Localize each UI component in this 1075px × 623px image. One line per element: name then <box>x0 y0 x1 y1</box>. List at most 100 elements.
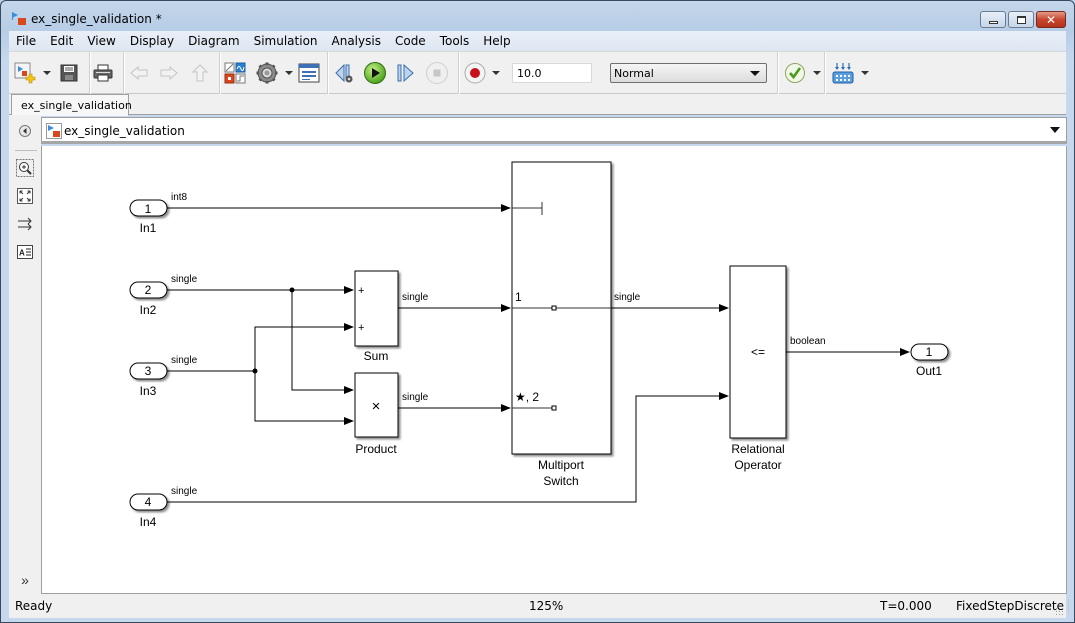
toolbar-separator <box>777 52 778 94</box>
resize-grip-icon[interactable] <box>1055 607 1063 615</box>
stop-time-input[interactable]: 10.0 <box>512 63 592 83</box>
record-dropdown[interactable] <box>492 71 500 75</box>
zoom-level: 125% <box>529 599 564 613</box>
svg-text:A: A <box>19 249 25 258</box>
relop-operator: <= <box>751 345 765 359</box>
stop-button[interactable] <box>425 61 449 85</box>
minimize-button[interactable] <box>980 11 1006 28</box>
inport-number: 1 <box>145 202 152 216</box>
annotation-button[interactable]: A <box>16 243 34 261</box>
toolbar: 10.0 Normal <box>9 51 1066 94</box>
switch-port-marker <box>551 405 557 411</box>
sum-block[interactable] <box>354 270 399 347</box>
build-button[interactable] <box>831 61 855 85</box>
simulation-mode-select[interactable]: Normal <box>610 63 767 83</box>
status-text: Ready <box>15 599 53 613</box>
print-button[interactable] <box>91 61 115 85</box>
menu-view[interactable]: View <box>80 31 122 51</box>
relop-label: Relational <box>731 442 784 456</box>
close-button[interactable]: ✕ <box>1036 11 1066 28</box>
library-browser-button[interactable] <box>223 61 247 85</box>
run-button[interactable] <box>363 61 387 85</box>
product-label: Product <box>355 442 397 456</box>
build-icon <box>832 63 854 84</box>
hide-explorer-bar-button[interactable] <box>16 122 34 140</box>
address-dropdown-icon[interactable] <box>1050 127 1060 133</box>
relop-label: Operator <box>734 458 781 472</box>
model-explorer-button[interactable] <box>297 61 321 85</box>
branch-point <box>252 368 258 374</box>
menu-code[interactable]: Code <box>388 31 433 51</box>
menu-edit[interactable]: Edit <box>43 31 80 51</box>
menu-diagram[interactable]: Diagram <box>181 31 247 51</box>
signal-type-label: boolean <box>790 336 826 347</box>
status-bar: Ready 125% T=0.000 FixedStepDiscrete <box>9 594 1069 618</box>
signal-type-label: single <box>171 486 198 497</box>
menu-analysis[interactable]: Analysis <box>325 31 388 51</box>
model-advisor-button[interactable] <box>783 61 807 85</box>
record-button[interactable] <box>463 61 487 85</box>
zoom-area-button[interactable] <box>16 159 34 177</box>
tab-ex-single-validation[interactable]: ex_single_validation <box>11 94 132 116</box>
signal-type-label: single <box>402 392 429 403</box>
inport-number: 4 <box>145 495 152 509</box>
close-icon: ✕ <box>1045 12 1057 27</box>
toolbar-separator <box>824 52 825 94</box>
signal-line-in2-branch[interactable] <box>291 290 354 394</box>
palette-panel: A » <box>9 115 41 594</box>
outport-label: Out1 <box>916 364 942 378</box>
signal-line-in3-product[interactable] <box>254 371 354 425</box>
expand-panel-button[interactable]: » <box>16 571 34 589</box>
up-button[interactable] <box>188 61 212 85</box>
window-title: ex_single_validation * <box>31 12 162 26</box>
sum-label: Sum <box>364 349 389 363</box>
new-model-button[interactable] <box>13 61 37 85</box>
simulation-time: T=0.000 <box>880 599 932 613</box>
model-config-dropdown[interactable] <box>285 71 293 75</box>
signal-line-in3-sum[interactable] <box>254 323 354 371</box>
back-icon <box>130 65 148 81</box>
run-icon <box>364 62 386 84</box>
inport-label: In3 <box>140 384 157 398</box>
save-icon <box>60 64 78 82</box>
inport-label: In1 <box>140 221 157 235</box>
back-button[interactable] <box>127 61 151 85</box>
print-icon <box>93 64 113 82</box>
inport-label: In4 <box>140 515 157 529</box>
model-canvas[interactable]: 1 In1 int8 2 In2 single 3 In3 single 4 I… <box>41 146 1067 594</box>
forward-button[interactable] <box>157 61 181 85</box>
product-symbol: × <box>372 398 381 415</box>
signal-type-label: single <box>171 274 198 285</box>
step-back-button[interactable] <box>333 61 357 85</box>
model-explorer-icon <box>298 63 320 83</box>
new-model-dropdown[interactable] <box>43 71 51 75</box>
signal-routing-button[interactable] <box>16 215 34 233</box>
save-button[interactable] <box>57 61 81 85</box>
model-icon <box>46 123 62 139</box>
menu-simulation[interactable]: Simulation <box>247 31 325 51</box>
toolbar-separator <box>219 52 220 94</box>
fit-to-view-button[interactable] <box>16 187 34 205</box>
step-forward-button[interactable] <box>394 61 418 85</box>
maximize-button[interactable] <box>1008 11 1034 28</box>
library-browser-icon <box>224 62 246 84</box>
signal-type-label: single <box>171 355 198 366</box>
build-dropdown[interactable] <box>861 71 869 75</box>
signal-type-label: int8 <box>171 192 188 203</box>
inport-label: In2 <box>140 303 157 317</box>
model-config-button[interactable] <box>255 61 279 85</box>
model-advisor-dropdown[interactable] <box>813 71 821 75</box>
inport-number: 2 <box>145 283 152 297</box>
menu-help[interactable]: Help <box>476 31 517 51</box>
branch-point <box>289 287 295 293</box>
breadcrumb-model[interactable]: ex_single_validation <box>64 124 185 138</box>
menu-tools[interactable]: Tools <box>433 31 477 51</box>
menu-bar: File Edit View Display Diagram Simulatio… <box>9 31 1066 51</box>
menu-display[interactable]: Display <box>123 31 181 51</box>
panel-separator <box>15 150 37 151</box>
signal-line-in4[interactable] <box>167 392 729 503</box>
inport-number: 3 <box>145 364 152 378</box>
menu-file[interactable]: File <box>9 31 43 51</box>
model-config-icon <box>256 62 278 84</box>
chevron-down-icon <box>750 71 760 76</box>
